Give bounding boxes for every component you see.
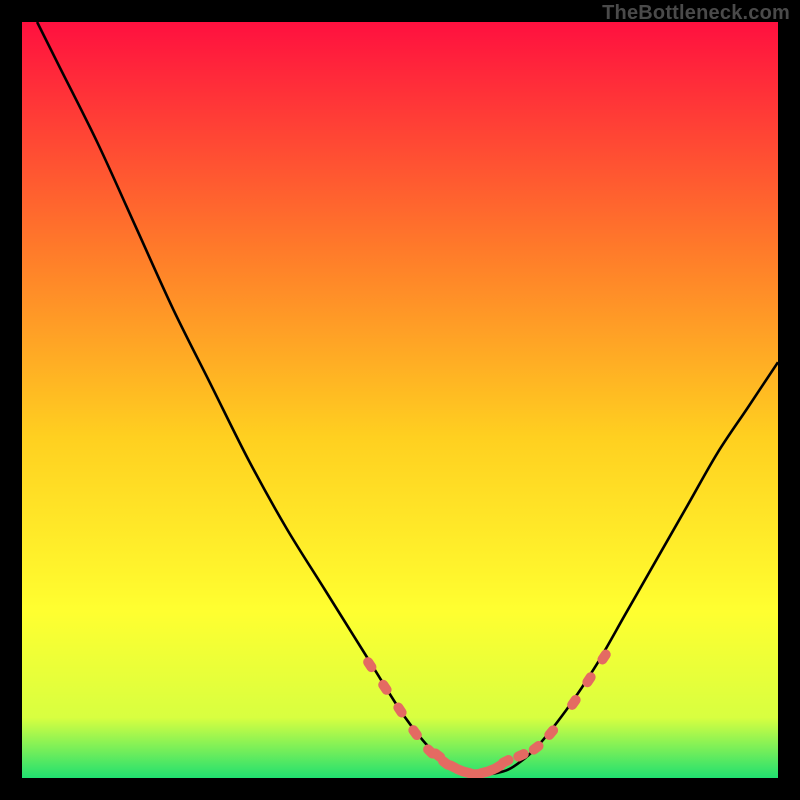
chart-background <box>22 22 778 778</box>
bottleneck-chart <box>22 22 778 778</box>
chart-frame: TheBottleneck.com <box>0 0 800 800</box>
